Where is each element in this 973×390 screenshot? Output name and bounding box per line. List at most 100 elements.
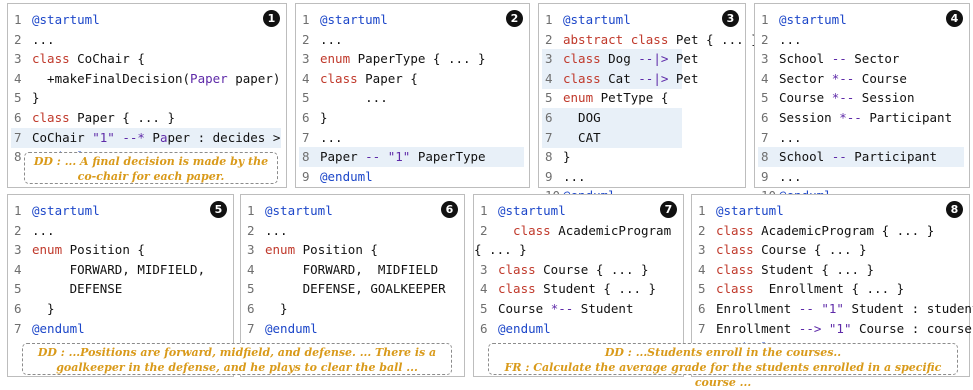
line-number: 2 [14,31,30,47]
code-token: --|> [638,51,669,67]
code-line: 5 Course *-- Session [755,88,969,108]
code-line: 3 class Dog --|> Pet [539,49,745,69]
line-number: 4 [302,70,318,86]
line-number: 9 [761,168,777,184]
code-token: class [716,242,762,258]
code-token: enum [563,90,601,106]
code-token: Session [854,90,915,106]
code-line: 2 ... [296,30,529,50]
code-token: @startuml [32,12,100,27]
code-token: Enrollment [716,320,799,336]
line-number: 3 [14,51,30,67]
code-line: 1 @startuml [8,201,233,221]
line-number: 7 [698,320,714,336]
line-number: 3 [761,51,777,67]
code-line: 3 class CoChair { [8,49,286,69]
line-number: 3 [14,242,30,258]
code-line: 6 @enduml [474,319,683,339]
code-token: ... [779,31,802,47]
code-token: paper) [227,70,281,86]
line-number: 5 [14,90,30,106]
line-number: 1 [302,12,318,27]
line-number: 2 [247,222,263,238]
code-token: class [563,70,609,86]
code-line: 7 ... [755,128,969,148]
code-line: 3 enum Position { [241,240,464,260]
line-number: 3 [698,242,714,258]
line-number: 5 [247,281,263,297]
code-line: 2 class AcademicProgram [474,221,683,241]
code-token: AcademicProgram [558,222,672,238]
panel-number-badge: 2 [506,10,523,27]
line-number: 3 [545,51,561,67]
line-number: 4 [761,70,777,86]
code-token: @startuml [265,203,333,218]
code-line: 1 @startuml [539,10,745,30]
code-token: ... [563,168,586,184]
line-number: 1 [14,203,30,218]
code-token: School [779,149,832,165]
code-token: class [716,281,769,297]
code-token: DEFENSE, GOALKEEPER [265,281,446,297]
code-token: } [32,90,40,106]
code-token: *-- [839,110,862,125]
line-number: 8 [761,149,777,165]
code-token: @startuml [563,12,631,27]
line-number: 2 [480,222,496,238]
code-token: Participant [846,149,938,165]
code-token: class [32,51,78,67]
code-line: 6 Session *-- Participant [755,108,969,128]
code-line: 7 @enduml [8,319,233,339]
code-token: --> "1" [798,320,852,336]
code-line: 3 enum PaperType { ... } [296,49,529,69]
code-token: Pet { ... } [675,31,759,47]
code-token: class [498,281,544,297]
line-number: 4 [247,261,263,277]
code-token: Position { [302,242,378,258]
code-token: @startuml [320,12,388,27]
panel-number-badge: 8 [946,201,963,218]
code-token: Dog [608,51,639,67]
code-token: class [716,222,762,238]
line-number: 3 [247,242,263,258]
code-line: 7 Enrollment --> "1" Course : course [692,319,972,339]
code-token: class [498,222,559,238]
code-token: } [563,149,571,165]
line-number: 3 [480,261,496,277]
code-panel-3: 1 @startuml 2 abstract class Pet { ... } 3… [538,3,759,203]
line-number: 7 [545,129,561,145]
code-token: ... [32,222,55,238]
panel-number-badge: 4 [946,10,963,27]
code-token: *-- [550,301,574,316]
code-token: CoChair [32,129,93,145]
line-number: 6 [14,110,30,125]
line-number: 9 [545,168,561,184]
code-line: 9 @enduml [296,167,529,187]
line-number: 3 [302,51,318,67]
code-token: Student { ... } [543,281,657,297]
code-token: Enrollment { ... } [768,281,905,297]
line-number: 7 [14,129,30,145]
code-token: class [32,110,78,125]
code-line: 2 ... [755,30,969,50]
code-line: 6 class Paper { ... } [8,108,286,128]
code-token: AcademicProgram { ... } [761,222,935,238]
line-number: 9 [302,168,310,184]
code-token: @startuml [32,203,100,218]
code-token: *-- [831,90,855,106]
code-line: 3 class Course { ... } [474,260,683,280]
code-token: FORWARD, MIDFIELD, [32,261,206,277]
code-line: 1 @startuml [241,201,464,221]
line-number: 6 [302,110,318,125]
code-token: +makeFinalDecision( [32,70,191,86]
code-token: Course [854,70,907,86]
code-token: P [144,129,160,145]
code-token: "1" --* [92,129,145,145]
code-token: @enduml [320,168,373,184]
code-token: Paper { [365,70,418,86]
panel-number-badge: 1 [263,10,280,27]
code-token: Course { ... } [761,242,867,258]
code-line: 4 class Student { ... } [692,260,969,280]
line-number: 4 [14,70,30,86]
panel-number-badge: 6 [441,201,458,218]
